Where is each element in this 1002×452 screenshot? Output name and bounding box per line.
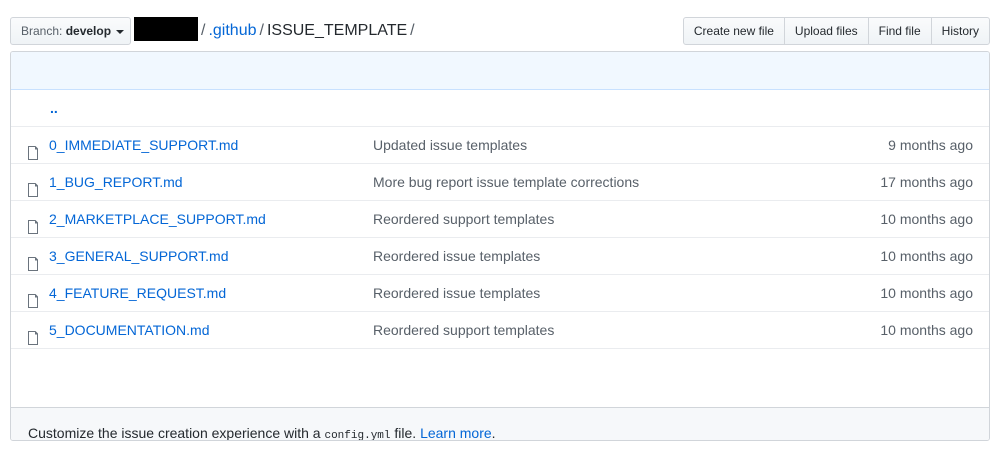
file-icon — [27, 286, 41, 308]
file-name-link[interactable]: 5_DOCUMENTATION.md — [49, 312, 210, 348]
file-row: 3_GENERAL_SUPPORT.md Reordered issue temp… — [11, 238, 989, 275]
file-name-link[interactable]: 4_FEATURE_REQUEST.md — [49, 275, 226, 311]
file-icon — [27, 323, 41, 345]
config-hint-text-after: file. — [390, 425, 421, 441]
parent-dir-row: .. — [11, 90, 989, 127]
breadcrumb-separator: / — [410, 22, 415, 39]
breadcrumb-github-dir[interactable]: .github — [208, 22, 256, 39]
file-name-link[interactable]: 0_IMMEDIATE_SUPPORT.md — [49, 127, 238, 163]
file-actions: Create new file Upload files Find file H… — [682, 17, 990, 45]
commit-age: 10 months ago — [880, 248, 973, 264]
history-button[interactable]: History — [930, 17, 990, 45]
commit-tease — [11, 52, 989, 90]
config-hint: Customize the issue creation experience … — [11, 408, 989, 441]
config-hint-text: Customize the issue creation experience … — [28, 425, 325, 441]
caret-down-icon — [116, 29, 125, 34]
commit-message-link[interactable]: More bug report issue template correctio… — [373, 164, 639, 200]
commit-age: 10 months ago — [880, 285, 973, 301]
commit-message-link[interactable]: Updated issue templates — [373, 127, 527, 163]
file-name-link[interactable]: 3_GENERAL_SUPPORT.md — [49, 238, 228, 274]
file-name-link[interactable]: 1_BUG_REPORT.md — [49, 164, 183, 200]
commit-age: 9 months ago — [888, 137, 973, 153]
file-row: 0_IMMEDIATE_SUPPORT.md Updated issue temp… — [11, 127, 989, 164]
list-spacer — [11, 349, 989, 408]
file-name-link[interactable]: 2_MARKETPLACE_SUPPORT.md — [49, 201, 266, 237]
branch-prefix: Branch: — [21, 24, 63, 38]
file-icon — [27, 249, 41, 271]
file-list: .. 0_IMMEDIATE_SUPPORT.md Updated issue t… — [10, 51, 990, 441]
breadcrumb: / .github / ISSUE_TEMPLATE / — [134, 17, 418, 45]
commit-message-link[interactable]: Reordered support templates — [373, 201, 554, 237]
file-icon — [27, 138, 41, 160]
config-hint-end: . — [491, 425, 496, 441]
commit-message-link[interactable]: Reordered issue templates — [373, 275, 540, 311]
file-icon — [27, 212, 41, 234]
branch-name: develop — [65, 24, 112, 38]
find-file-button[interactable]: Find file — [867, 17, 932, 45]
create-new-file-button[interactable]: Create new file — [682, 17, 785, 45]
breadcrumb-current-dir: ISSUE_TEMPLATE — [266, 22, 408, 39]
redacted-repo-name — [134, 17, 198, 42]
file-icon — [27, 175, 41, 197]
upload-files-button[interactable]: Upload files — [783, 17, 869, 45]
branch-select-button[interactable]: Branch: develop — [10, 17, 131, 45]
commit-age: 17 months ago — [880, 174, 973, 190]
commit-age: 10 months ago — [880, 211, 973, 227]
commit-age: 10 months ago — [880, 322, 973, 338]
learn-more-link[interactable]: Learn more — [420, 425, 492, 440]
parent-dir-link[interactable]: .. — [50, 90, 58, 126]
file-navigation: Branch: develop / .github / ISSUE_TEMPLATE /… — [10, 17, 990, 45]
commit-message-link[interactable]: Reordered issue templates — [373, 238, 540, 274]
config-file-code: config.yml — [324, 430, 391, 441]
file-row: 5_DOCUMENTATION.md Reordered support temp… — [11, 312, 989, 349]
commit-message-link[interactable]: Reordered support templates — [373, 312, 554, 348]
breadcrumb-separator: / — [259, 22, 264, 39]
file-row: 1_BUG_REPORT.md More bug report issue tem… — [11, 164, 989, 201]
file-row: 4_FEATURE_REQUEST.md Reordered issue temp… — [11, 275, 989, 312]
file-row: 2_MARKETPLACE_SUPPORT.md Reordered suppor… — [11, 201, 989, 238]
breadcrumb-separator: / — [201, 22, 206, 39]
